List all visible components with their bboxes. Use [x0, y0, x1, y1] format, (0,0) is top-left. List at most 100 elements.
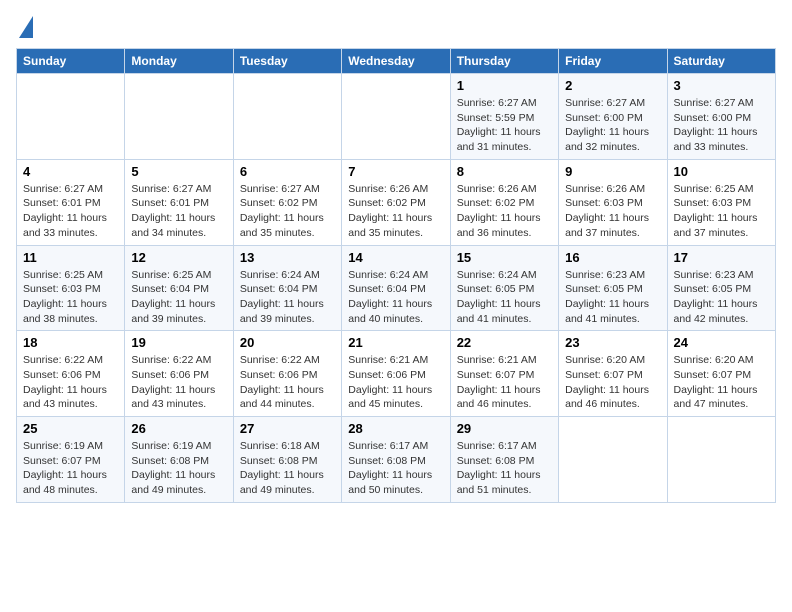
day-number: 8 [457, 164, 552, 179]
header-tuesday: Tuesday [233, 49, 341, 74]
calendar-week-row: 25 Sunrise: 6:19 AMSunset: 6:07 PMDayligh… [17, 417, 776, 503]
calendar-cell: 24 Sunrise: 6:20 AMSunset: 6:07 PMDayligh… [667, 331, 775, 417]
calendar-cell [667, 417, 775, 503]
day-info: Sunrise: 6:27 AMSunset: 6:02 PMDaylight:… [240, 182, 335, 241]
calendar-cell: 17 Sunrise: 6:23 AMSunset: 6:05 PMDayligh… [667, 245, 775, 331]
day-number: 12 [131, 250, 226, 265]
calendar-cell: 5Sunrise: 6:27 AMSunset: 6:01 PMDaylight… [125, 159, 233, 245]
calendar-cell: 19 Sunrise: 6:22 AMSunset: 6:06 PMDayligh… [125, 331, 233, 417]
calendar-cell: 12 Sunrise: 6:25 AMSunset: 6:04 PMDayligh… [125, 245, 233, 331]
calendar-week-row: 1 Sunrise: 6:27 AMSunset: 5:59 PMDaylight… [17, 74, 776, 160]
day-number: 26 [131, 421, 226, 436]
day-info: Sunrise: 6:22 AMSunset: 6:06 PMDaylight:… [240, 353, 335, 412]
day-info: Sunrise: 6:22 AMSunset: 6:06 PMDaylight:… [23, 353, 118, 412]
day-number: 15 [457, 250, 552, 265]
calendar-cell: 28Sunrise: 6:17 AMSunset: 6:08 PMDayligh… [342, 417, 450, 503]
day-info: Sunrise: 6:20 AMSunset: 6:07 PMDaylight:… [565, 353, 660, 412]
calendar-cell [233, 74, 341, 160]
day-info: Sunrise: 6:24 AMSunset: 6:04 PMDaylight:… [240, 268, 335, 327]
calendar-cell [559, 417, 667, 503]
calendar-cell: 1 Sunrise: 6:27 AMSunset: 5:59 PMDaylight… [450, 74, 558, 160]
day-info: Sunrise: 6:27 AMSunset: 5:59 PMDaylight:… [457, 96, 552, 155]
calendar-cell: 10Sunrise: 6:25 AMSunset: 6:03 PMDayligh… [667, 159, 775, 245]
day-number: 1 [457, 78, 552, 93]
day-number: 23 [565, 335, 660, 350]
day-info: Sunrise: 6:24 AMSunset: 6:05 PMDaylight:… [457, 268, 552, 327]
day-info: Sunrise: 6:20 AMSunset: 6:07 PMDaylight:… [674, 353, 769, 412]
day-info: Sunrise: 6:19 AMSunset: 6:08 PMDaylight:… [131, 439, 226, 498]
day-info: Sunrise: 6:18 AMSunset: 6:08 PMDaylight:… [240, 439, 335, 498]
calendar-cell: 25 Sunrise: 6:19 AMSunset: 6:07 PMDayligh… [17, 417, 125, 503]
page-header [16, 16, 776, 38]
calendar-cell: 27Sunrise: 6:18 AMSunset: 6:08 PMDayligh… [233, 417, 341, 503]
day-number: 17 [674, 250, 769, 265]
calendar-cell: 26 Sunrise: 6:19 AMSunset: 6:08 PMDayligh… [125, 417, 233, 503]
day-number: 20 [240, 335, 335, 350]
day-number: 22 [457, 335, 552, 350]
day-info: Sunrise: 6:21 AMSunset: 6:07 PMDaylight:… [457, 353, 552, 412]
calendar-cell: 23 Sunrise: 6:20 AMSunset: 6:07 PMDayligh… [559, 331, 667, 417]
calendar-week-row: 11 Sunrise: 6:25 AMSunset: 6:03 PMDayligh… [17, 245, 776, 331]
header-wednesday: Wednesday [342, 49, 450, 74]
day-number: 7 [348, 164, 443, 179]
day-info: Sunrise: 6:23 AMSunset: 6:05 PMDaylight:… [565, 268, 660, 327]
day-number: 4 [23, 164, 118, 179]
logo [16, 16, 33, 38]
calendar-week-row: 18 Sunrise: 6:22 AMSunset: 6:06 PMDayligh… [17, 331, 776, 417]
day-info: Sunrise: 6:27 AMSunset: 6:01 PMDaylight:… [23, 182, 118, 241]
header-saturday: Saturday [667, 49, 775, 74]
calendar-cell: 29 Sunrise: 6:17 AMSunset: 6:08 PMDayligh… [450, 417, 558, 503]
day-number: 16 [565, 250, 660, 265]
calendar-cell: 14 Sunrise: 6:24 AMSunset: 6:04 PMDayligh… [342, 245, 450, 331]
day-info: Sunrise: 6:27 AMSunset: 6:01 PMDaylight:… [131, 182, 226, 241]
day-info: Sunrise: 6:26 AMSunset: 6:02 PMDaylight:… [457, 182, 552, 241]
calendar-cell: 7 Sunrise: 6:26 AMSunset: 6:02 PMDaylight… [342, 159, 450, 245]
day-info: Sunrise: 6:27 AMSunset: 6:00 PMDaylight:… [565, 96, 660, 155]
calendar-cell [17, 74, 125, 160]
day-info: Sunrise: 6:27 AMSunset: 6:00 PMDaylight:… [674, 96, 769, 155]
day-number: 25 [23, 421, 118, 436]
day-number: 18 [23, 335, 118, 350]
day-number: 29 [457, 421, 552, 436]
day-info: Sunrise: 6:17 AMSunset: 6:08 PMDaylight:… [348, 439, 443, 498]
header-thursday: Thursday [450, 49, 558, 74]
day-info: Sunrise: 6:22 AMSunset: 6:06 PMDaylight:… [131, 353, 226, 412]
day-info: Sunrise: 6:19 AMSunset: 6:07 PMDaylight:… [23, 439, 118, 498]
header-sunday: Sunday [17, 49, 125, 74]
header-monday: Monday [125, 49, 233, 74]
calendar-cell [125, 74, 233, 160]
day-info: Sunrise: 6:25 AMSunset: 6:04 PMDaylight:… [131, 268, 226, 327]
calendar-cell: 20 Sunrise: 6:22 AMSunset: 6:06 PMDayligh… [233, 331, 341, 417]
day-number: 3 [674, 78, 769, 93]
calendar-cell: 13Sunrise: 6:24 AMSunset: 6:04 PMDayligh… [233, 245, 341, 331]
calendar-week-row: 4 Sunrise: 6:27 AMSunset: 6:01 PMDaylight… [17, 159, 776, 245]
day-info: Sunrise: 6:26 AMSunset: 6:02 PMDaylight:… [348, 182, 443, 241]
header-friday: Friday [559, 49, 667, 74]
day-number: 24 [674, 335, 769, 350]
calendar-cell: 16 Sunrise: 6:23 AMSunset: 6:05 PMDayligh… [559, 245, 667, 331]
day-info: Sunrise: 6:25 AMSunset: 6:03 PMDaylight:… [23, 268, 118, 327]
day-info: Sunrise: 6:17 AMSunset: 6:08 PMDaylight:… [457, 439, 552, 498]
day-number: 21 [348, 335, 443, 350]
calendar-cell [342, 74, 450, 160]
day-number: 9 [565, 164, 660, 179]
calendar-cell: 18 Sunrise: 6:22 AMSunset: 6:06 PMDayligh… [17, 331, 125, 417]
calendar-table: SundayMondayTuesdayWednesdayThursdayFrid… [16, 48, 776, 503]
calendar-cell: 6 Sunrise: 6:27 AMSunset: 6:02 PMDaylight… [233, 159, 341, 245]
calendar-cell: 21 Sunrise: 6:21 AMSunset: 6:06 PMDayligh… [342, 331, 450, 417]
day-info: Sunrise: 6:21 AMSunset: 6:06 PMDaylight:… [348, 353, 443, 412]
calendar-cell: 3 Sunrise: 6:27 AMSunset: 6:00 PMDaylight… [667, 74, 775, 160]
day-info: Sunrise: 6:25 AMSunset: 6:03 PMDaylight:… [674, 182, 769, 241]
calendar-cell: 8 Sunrise: 6:26 AMSunset: 6:02 PMDaylight… [450, 159, 558, 245]
calendar-cell: 11 Sunrise: 6:25 AMSunset: 6:03 PMDayligh… [17, 245, 125, 331]
day-info: Sunrise: 6:23 AMSunset: 6:05 PMDaylight:… [674, 268, 769, 327]
day-number: 11 [23, 250, 118, 265]
calendar-cell: 15 Sunrise: 6:24 AMSunset: 6:05 PMDayligh… [450, 245, 558, 331]
day-number: 2 [565, 78, 660, 93]
day-info: Sunrise: 6:24 AMSunset: 6:04 PMDaylight:… [348, 268, 443, 327]
calendar-cell: 4 Sunrise: 6:27 AMSunset: 6:01 PMDaylight… [17, 159, 125, 245]
calendar-cell: 2 Sunrise: 6:27 AMSunset: 6:00 PMDaylight… [559, 74, 667, 160]
day-number: 14 [348, 250, 443, 265]
day-number: 6 [240, 164, 335, 179]
day-number: 19 [131, 335, 226, 350]
